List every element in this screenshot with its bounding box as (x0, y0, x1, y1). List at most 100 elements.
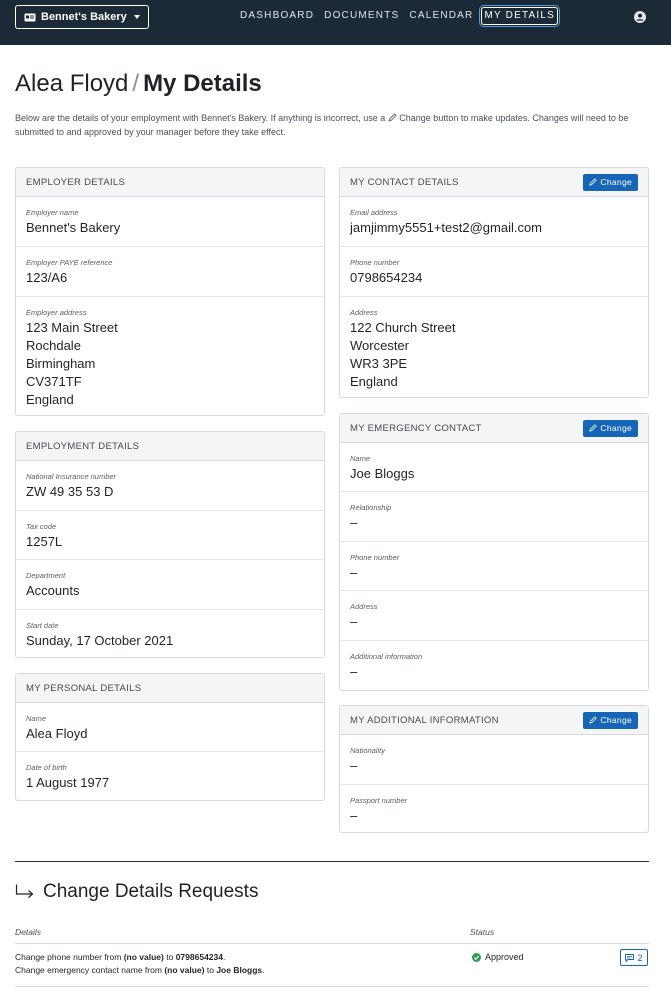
new-value: 0798654234 (175, 952, 223, 962)
column-header-status: Status (470, 927, 495, 937)
status-text: Approved (485, 952, 524, 962)
emergency-address-field: Address – (340, 591, 648, 641)
top-navbar: Bennet's Bakery DASHBOARD DOCUMENTS CALE… (0, 0, 671, 45)
employee-name: Alea Floyd (15, 70, 129, 97)
card-title: MY ADDITIONAL INFORMATION (350, 714, 499, 726)
card-title: MY CONTACT DETAILS (350, 176, 459, 188)
field-label: Department (26, 571, 66, 580)
contact-details-card: MY CONTACT DETAILS Change Email address … (339, 167, 649, 398)
change-label: Change (600, 715, 632, 725)
caret-down-icon (133, 15, 140, 19)
field-label: Additional information (350, 652, 423, 661)
nav-documents[interactable]: DOCUMENTS (322, 7, 401, 25)
start-date-field: Start date Sunday, 17 October 2021 (16, 610, 324, 650)
change-additional-button[interactable]: Change (583, 711, 638, 729)
request-text: Change emergency contact name from (15, 965, 162, 975)
field-value: 1 August 1977 (26, 775, 110, 790)
department-field: Department Accounts (16, 560, 324, 610)
field-value: Alea Floyd (26, 726, 88, 741)
section-name: My Details (143, 70, 262, 97)
comment-icon (625, 953, 635, 962)
comment-count: 2 (637, 952, 643, 963)
old-value: (no value) (164, 965, 205, 975)
personal-name-field: Name Alea Floyd (16, 703, 324, 752)
card-title: EMPLOYER DETAILS (26, 176, 126, 188)
contact-phone-field: Phone number 0798654234 (340, 247, 648, 297)
employment-details-card: EMPLOYMENT DETAILS National Insurance nu… (15, 431, 325, 658)
field-label: Relationship (350, 503, 392, 512)
new-value: Joe Bloggs (216, 965, 263, 975)
date-of-birth-field: Date of birth 1 August 1977 (16, 752, 324, 792)
table-row: Change phone number from (no value) to 0… (15, 945, 649, 987)
field-value: ZW 49 35 53 D (26, 484, 114, 499)
field-label: Nationality (350, 746, 386, 755)
pencil-icon (388, 113, 397, 122)
field-label: Name (350, 454, 371, 463)
field-value: – (350, 808, 358, 823)
field-label: Passport number (350, 796, 408, 805)
request-line-emergency: Change emergency contact name from (no v… (15, 964, 265, 977)
change-contact-button[interactable]: Change (583, 173, 638, 191)
field-label: National Insurance number (26, 472, 117, 481)
intro-text-start: Below are the details of your employment… (15, 113, 386, 123)
relationship-field: Relationship – (340, 492, 648, 542)
additional-information-card: MY ADDITIONAL INFORMATION Change Nationa… (339, 705, 649, 833)
request-text: . (222, 952, 226, 962)
employer-address-field: Employer address 123 Main Street Rochdal… (16, 297, 324, 409)
company-switcher-button[interactable]: Bennet's Bakery (15, 5, 149, 29)
card-title: EMPLOYMENT DETAILS (26, 440, 140, 452)
emergency-name-field: Name Joe Bloggs (340, 443, 648, 492)
section-divider (15, 861, 649, 862)
page-title: Alea Floyd / My Details (15, 70, 262, 98)
field-value: – (350, 565, 358, 580)
passport-number-field: Passport number – (340, 785, 648, 825)
card-header: EMPLOYER DETAILS (16, 168, 324, 197)
card-title: MY EMERGENCY CONTACT (350, 422, 482, 434)
card-header: MY PERSONAL DETAILS (16, 674, 324, 703)
field-label: Date of birth (26, 763, 67, 772)
tax-code-field: Tax code 1257L (16, 511, 324, 560)
requests-section-title: Change Details Requests (15, 881, 258, 903)
check-circle-icon (472, 952, 481, 962)
field-label: Employer name (26, 208, 79, 217)
column-header-details: Details (15, 927, 41, 937)
request-text: to (166, 952, 174, 962)
comments-button[interactable]: 2 (620, 949, 648, 966)
nav-dashboard[interactable]: DASHBOARD (238, 7, 316, 25)
nav-calendar[interactable]: CALENDAR (407, 7, 475, 25)
user-account-icon[interactable] (634, 11, 646, 23)
field-label: Tax code (26, 522, 57, 531)
old-value: (no value) (123, 952, 164, 962)
field-value: 123/A6 (26, 270, 68, 285)
field-value: – (350, 515, 358, 530)
change-emergency-button[interactable]: Change (583, 419, 638, 437)
nav-my-details[interactable]: MY DETAILS (481, 7, 559, 25)
request-text: . (262, 965, 265, 975)
card-header: MY ADDITIONAL INFORMATION Change (340, 706, 648, 735)
field-label: Employer PAYE reference (26, 258, 113, 267)
main-nav: DASHBOARD DOCUMENTS CALENDAR MY DETAILS (238, 7, 560, 25)
field-value: 123 Main Street Rochdale Birmingham CV37… (26, 320, 118, 407)
request-text: to (206, 965, 214, 975)
status-badge: Approved (472, 952, 524, 962)
email-field: Email address jamjimmy5551+test2@gmail.c… (340, 197, 648, 247)
field-label: Name (26, 714, 47, 723)
employer-details-card: EMPLOYER DETAILS Employer name Bennet's … (15, 167, 325, 416)
field-value: Accounts (26, 583, 80, 598)
personal-details-card: MY PERSONAL DETAILS Name Alea Floyd Date… (15, 673, 325, 801)
field-value: Joe Bloggs (350, 466, 415, 481)
id-card-icon (24, 13, 36, 21)
field-value: Sunday, 17 October 2021 (26, 633, 174, 648)
field-value: – (350, 614, 358, 629)
intro-text: Below are the details of your employment… (15, 111, 655, 139)
pencil-icon (589, 178, 598, 186)
field-value: 122 Church Street Worcester WR3 3PE Engl… (350, 320, 456, 389)
change-label: Change (600, 423, 632, 433)
emergency-contact-card: MY EMERGENCY CONTACT Change Name Joe Blo… (339, 413, 649, 691)
field-value: – (350, 758, 358, 773)
emergency-phone-field: Phone number – (340, 542, 648, 591)
field-value: 0798654234 (350, 270, 423, 285)
field-label: Email address (350, 208, 398, 217)
card-header: EMPLOYMENT DETAILS (16, 432, 324, 461)
return-arrow-icon (15, 884, 34, 898)
